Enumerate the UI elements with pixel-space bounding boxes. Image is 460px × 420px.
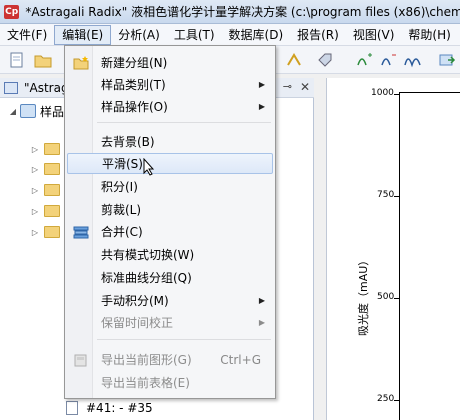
menu-item-smooth[interactable]: 平滑(S) [67,153,273,174]
y-axis-label: 吸光度（mAU） [357,254,370,336]
mouse-cursor-icon [143,158,155,176]
submenu-arrow-icon: ▶ [258,80,265,89]
menu-item-export-table[interactable]: 导出当前表格(E) [67,372,273,393]
y-tick-label: 750 [377,190,395,200]
y-tick-label: 500 [377,292,395,302]
window-icon [4,81,18,94]
edit-menu-dropdown: 新建分组(N) 样品类别(T) ▶ 样品操作(O) ▶ 去背景(B) 平滑(S)… [64,45,276,399]
tree-folder[interactable]: ▷ [30,181,60,199]
tree-folder[interactable]: ▷ [30,140,60,158]
menu-item-label: 平滑(S) [102,157,143,171]
title-bar: Cp *Astragali Radix" 液相色谱化学计量学解决方案 (c:\p… [0,0,460,24]
menu-item-label: 剪裁(L) [101,203,142,217]
menu-view[interactable]: 视图(V) [346,25,402,45]
collapse-icon[interactable]: ◢ [8,107,18,116]
menu-item-export-graph[interactable]: 导出当前图形(G) Ctrl+G [67,349,273,370]
menu-item-label: 样品操作(O) [101,100,168,114]
chromatogram-panel: 1000 750 500 250 吸光度（mAU） [326,78,460,420]
y-tick [394,400,399,401]
submenu-arrow-icon: ▶ [258,102,265,111]
tree-folder[interactable]: ▷ [30,160,60,178]
peak-tool-icon[interactable] [286,51,304,69]
peak-remove-icon[interactable] [380,51,398,69]
plot-area [399,92,460,420]
y-tick-label: 250 [377,394,395,404]
menu-item-label: 手动积分(M) [101,294,169,308]
menu-item-label: 导出当前图形(G) [101,353,192,367]
menu-analysis[interactable]: 分析(A) [111,25,167,45]
menu-item-sample-ops[interactable]: 样品操作(O) ▶ [67,96,273,117]
menu-item-label: 标准曲线分组(Q) [101,271,192,285]
tree-folder[interactable]: ▷ [30,223,60,241]
menu-bar: 文件(F) 编辑(E) 分析(A) 工具(T) 数据库(D) 报告(R) 视图(… [0,24,460,46]
folder-icon [44,163,60,175]
menu-report[interactable]: 报告(R) [290,25,346,45]
expand-icon[interactable]: ▷ [30,207,40,216]
peak-split-icon[interactable] [404,51,422,69]
menu-item-label: 新建分组(N) [101,56,168,70]
menu-item-new-group[interactable]: 新建分组(N) [67,52,273,73]
new-document-icon[interactable] [8,51,26,69]
submenu-arrow-icon: ▶ [258,318,265,327]
folder-icon [44,143,60,155]
window-title: *Astragali Radix" 液相色谱化学计量学解决方案 (c:\prog… [25,5,460,19]
menu-item-manual-integrate[interactable]: 手动积分(M) ▶ [67,290,273,311]
close-icon[interactable]: ✕ [300,80,310,94]
menu-item-label: 保留时间校正 [101,316,174,330]
menu-item-shortcut: Ctrl+G [220,352,261,367]
y-tick [394,298,399,299]
menu-item-label: 样品类别(T) [101,78,166,92]
menu-item-integrate[interactable]: 积分(I) [67,176,273,197]
samples-icon [20,104,36,118]
menu-item-label: 合并(C) [101,225,143,239]
pin-icon[interactable]: ⊸ [283,80,292,93]
tree-sample-label: #41: - #35 [86,401,153,415]
menu-separator [97,339,271,340]
menu-item-merge[interactable]: 合并(C) [67,221,273,242]
merge-icon [73,226,89,238]
menu-separator [97,122,271,123]
menu-item-label: 去背景(B) [101,135,155,149]
menu-item-sample-category[interactable]: 样品类别(T) ▶ [67,74,273,95]
y-tick [394,94,399,95]
export-image-icon [74,354,87,366]
menu-item-label: 共有模式切换(W) [101,248,195,262]
y-tick [394,196,399,197]
y-tick-label: 1000 [371,88,394,98]
menu-item-rt-correction[interactable]: 保留时间校正 ▶ [67,312,273,333]
menu-item-std-curve-group[interactable]: 标准曲线分组(Q) [67,267,273,288]
sample-doc-icon [66,401,78,415]
menu-item-crop[interactable]: 剪裁(L) [67,199,273,220]
submenu-arrow-icon: ▶ [258,296,265,305]
expand-icon[interactable]: ▷ [30,145,40,154]
folder-icon [44,184,60,196]
folder-icon [44,226,60,238]
expand-icon[interactable]: ▷ [30,228,40,237]
folder-new-icon [73,55,89,69]
menu-file[interactable]: 文件(F) [0,25,54,45]
tree-sample-item[interactable]: #41: - #35 [64,399,153,417]
tag-icon[interactable] [316,51,334,69]
tree-root-label: 样品 [40,104,65,119]
menu-item-label: 积分(I) [101,180,138,194]
open-folder-icon[interactable] [34,51,52,69]
menu-item-label: 导出当前表格(E) [101,376,190,390]
expand-icon[interactable]: ▷ [30,165,40,174]
expand-icon[interactable]: ▷ [30,186,40,195]
menu-item-common-mode[interactable]: 共有模式切换(W) [67,244,273,265]
menu-item-remove-background[interactable]: 去背景(B) [67,131,273,152]
menu-tools[interactable]: 工具(T) [167,25,222,45]
tree-folder[interactable]: ▷ [30,202,60,220]
app-icon: Cp [4,4,20,19]
export-icon[interactable] [438,51,456,69]
tree-root[interactable]: ◢ 样品 [8,102,64,120]
menu-help[interactable]: 帮助(H) [401,25,457,45]
peak-add-icon[interactable] [356,51,374,69]
folder-icon [44,205,60,217]
menu-edit[interactable]: 编辑(E) [54,24,112,45]
menu-database[interactable]: 数据库(D) [222,25,291,45]
